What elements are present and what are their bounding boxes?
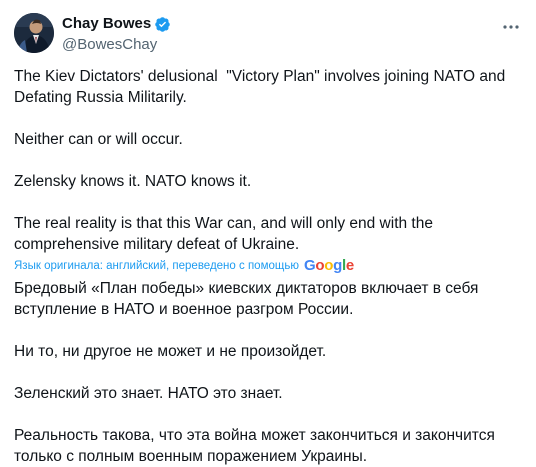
translation-note[interactable]: Язык оригинала: английский, переведено с… bbox=[14, 257, 524, 275]
translated-paragraph: Реальность такова, что эта война может з… bbox=[14, 427, 500, 465]
translated-paragraph: Ни то, ни другое не может и не произойде… bbox=[14, 343, 327, 360]
verified-badge-icon bbox=[154, 16, 171, 33]
tweet-text: The Kiev Dictators' delusional "Victory … bbox=[14, 66, 524, 467]
translation-note-text: Язык оригинала: английский, переведено с… bbox=[14, 259, 299, 272]
translated-paragraph: Бредовый «План победы» киевских диктатор… bbox=[14, 280, 483, 318]
display-name[interactable]: Chay Bowes bbox=[62, 14, 151, 34]
avatar[interactable] bbox=[14, 13, 54, 53]
tweet: Chay Bowes @BowesChay The Kiev Dictators… bbox=[0, 0, 536, 465]
original-paragraph: Neither can or will occur. bbox=[14, 131, 183, 148]
translated-text: Бредовый «План победы» киевских диктатор… bbox=[14, 278, 524, 467]
original-text: The Kiev Dictators' delusional "Victory … bbox=[14, 66, 524, 255]
translated-paragraph: Зеленский это знает. НАТО это знает. bbox=[14, 385, 283, 402]
more-dots-icon bbox=[503, 25, 519, 29]
google-logo: Google bbox=[303, 257, 354, 274]
original-paragraph: Zelensky knows it. NATO knows it. bbox=[14, 173, 252, 190]
original-paragraph: The Kiev Dictators' delusional "Victory … bbox=[14, 68, 510, 106]
display-name-row: Chay Bowes bbox=[62, 14, 171, 34]
handle[interactable]: @BowesChay bbox=[62, 35, 171, 55]
avatar-image bbox=[14, 13, 54, 53]
more-options-button[interactable] bbox=[500, 16, 522, 38]
author-info: Chay Bowes @BowesChay bbox=[62, 14, 171, 55]
original-paragraph: The real reality is that this War can, a… bbox=[14, 215, 438, 253]
